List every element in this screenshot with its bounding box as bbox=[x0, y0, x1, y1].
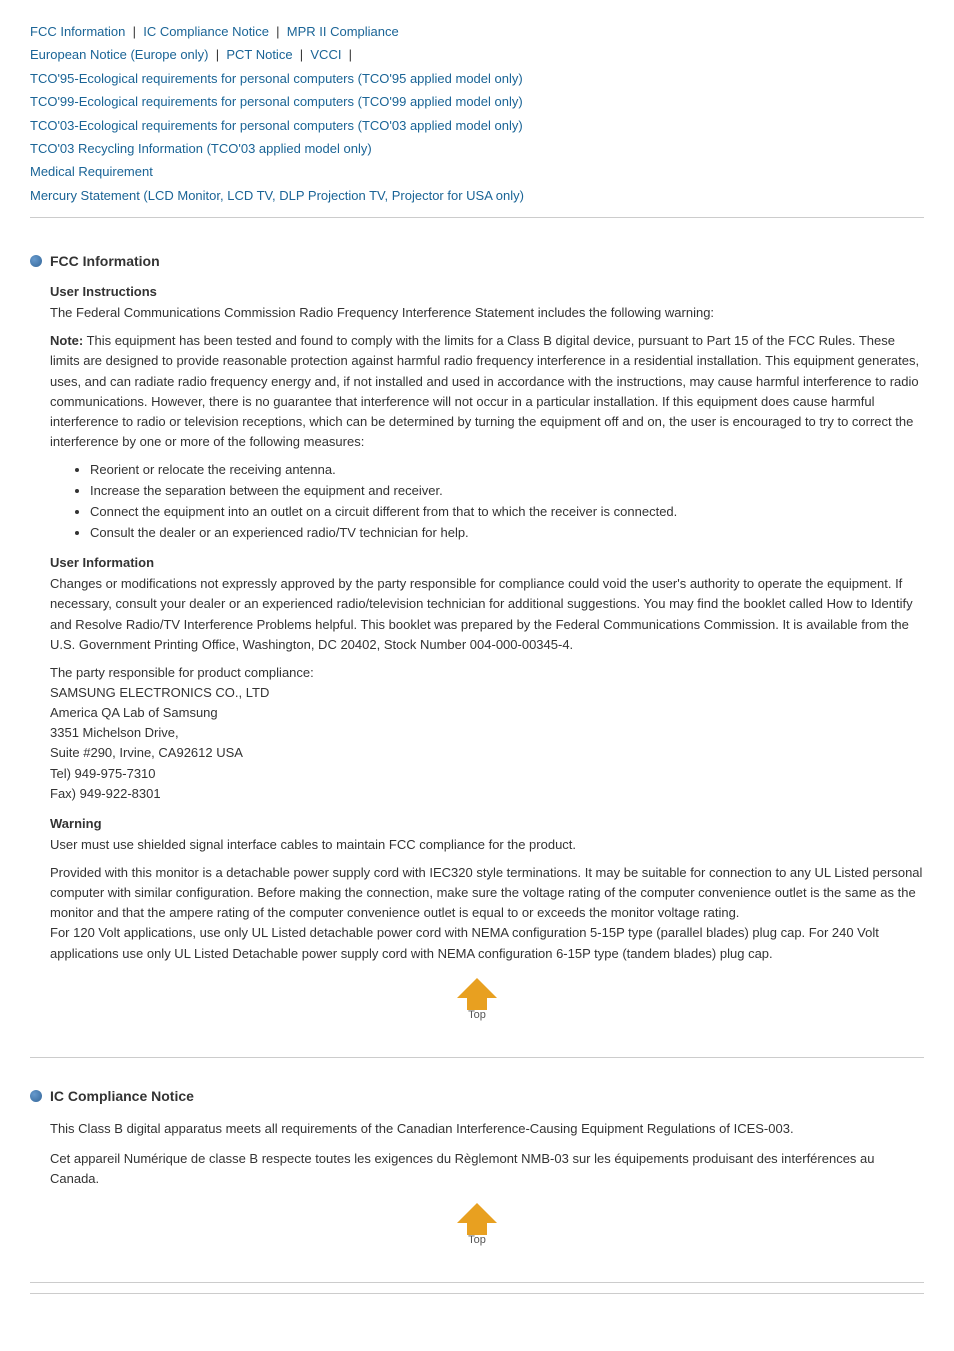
ic-section-title: IC Compliance Notice bbox=[30, 1088, 924, 1104]
note-bold: Note: bbox=[50, 333, 83, 348]
nav-row-6: TCO'03 Recycling Information (TCO'03 app… bbox=[30, 137, 924, 160]
top-icon-fcc[interactable]: Top bbox=[451, 976, 503, 1022]
nav-row-3: TCO'95-Ecological requirements for perso… bbox=[30, 67, 924, 90]
user-instructions-title: User Instructions bbox=[50, 284, 924, 299]
bullet-4: Consult the dealer or an experienced rad… bbox=[90, 523, 924, 544]
nav-eu-link[interactable]: European Notice (Europe only) bbox=[30, 47, 209, 62]
user-instructions-note: Note: This equipment has been tested and… bbox=[50, 331, 924, 452]
ic-top-button[interactable]: Top bbox=[30, 1201, 924, 1250]
warning-subsection: Warning User must use shielded signal in… bbox=[50, 816, 924, 964]
nav-tco03r-link[interactable]: TCO'03 Recycling Information (TCO'03 app… bbox=[30, 141, 372, 156]
warning-para2: Provided with this monitor is a detachab… bbox=[50, 863, 924, 964]
nav-row-8: Mercury Statement (LCD Monitor, LCD TV, … bbox=[30, 184, 924, 207]
nav-mpr-link[interactable]: MPR II Compliance bbox=[287, 24, 399, 39]
nav-tco03-link[interactable]: TCO'03-Ecological requirements for perso… bbox=[30, 118, 523, 133]
user-information-subsection: User Information Changes or modification… bbox=[50, 555, 924, 804]
user-instructions-bullets: Reorient or relocate the receiving anten… bbox=[90, 460, 924, 543]
ic-para1: This Class B digital apparatus meets all… bbox=[50, 1119, 924, 1139]
ic-bullet-icon bbox=[30, 1090, 42, 1102]
user-information-para2: The party responsible for product compli… bbox=[50, 663, 924, 804]
nav-tco99-link[interactable]: TCO'99-Ecological requirements for perso… bbox=[30, 94, 523, 109]
top-divider bbox=[30, 217, 924, 218]
ic-para2: Cet appareil Numérique de classe B respe… bbox=[50, 1149, 924, 1189]
user-instructions-subsection: User Instructions The Federal Communicat… bbox=[50, 284, 924, 543]
fcc-section: FCC Information User Instructions The Fe… bbox=[30, 238, 924, 1058]
warning-para1: User must use shielded signal interface … bbox=[50, 835, 924, 855]
bullet-2: Increase the separation between the equi… bbox=[90, 481, 924, 502]
nav-links: FCC Information | IC Compliance Notice |… bbox=[30, 20, 924, 207]
fcc-top-button[interactable]: Top bbox=[30, 976, 924, 1025]
nav-vcci-link[interactable]: VCCI bbox=[310, 47, 341, 62]
nav-pct-link[interactable]: PCT Notice bbox=[226, 47, 292, 62]
bullet-3: Connect the equipment into an outlet on … bbox=[90, 502, 924, 523]
svg-text:Top: Top bbox=[468, 1009, 486, 1021]
nav-row-5: TCO'03-Ecological requirements for perso… bbox=[30, 114, 924, 137]
user-instructions-intro: The Federal Communications Commission Ra… bbox=[50, 303, 924, 323]
fcc-title-text: FCC Information bbox=[50, 253, 160, 269]
nav-row-1: FCC Information | IC Compliance Notice |… bbox=[30, 20, 924, 43]
nav-tco95-link[interactable]: TCO'95-Ecological requirements for perso… bbox=[30, 71, 523, 86]
fcc-bullet-icon bbox=[30, 255, 42, 267]
user-information-para1: Changes or modifications not expressly a… bbox=[50, 574, 924, 655]
nav-row-7: Medical Requirement bbox=[30, 160, 924, 183]
nav-med-link[interactable]: Medical Requirement bbox=[30, 164, 153, 179]
nav-fcc-link[interactable]: FCC Information bbox=[30, 24, 125, 39]
bullet-1: Reorient or relocate the receiving anten… bbox=[90, 460, 924, 481]
warning-title: Warning bbox=[50, 816, 924, 831]
top-icon-ic[interactable]: Top bbox=[451, 1201, 503, 1247]
ic-title-text: IC Compliance Notice bbox=[50, 1088, 194, 1104]
note-text: This equipment has been tested and found… bbox=[50, 333, 919, 449]
nav-ic-link[interactable]: IC Compliance Notice bbox=[143, 24, 269, 39]
bottom-divider bbox=[30, 1293, 924, 1294]
nav-mercury-link[interactable]: Mercury Statement (LCD Monitor, LCD TV, … bbox=[30, 188, 524, 203]
user-information-title: User Information bbox=[50, 555, 924, 570]
nav-row-4: TCO'99-Ecological requirements for perso… bbox=[30, 90, 924, 113]
fcc-section-title: FCC Information bbox=[30, 253, 924, 269]
svg-text:Top: Top bbox=[468, 1234, 486, 1246]
ic-section: IC Compliance Notice This Class B digita… bbox=[30, 1073, 924, 1283]
nav-row-2: European Notice (Europe only) | PCT Noti… bbox=[30, 43, 924, 66]
